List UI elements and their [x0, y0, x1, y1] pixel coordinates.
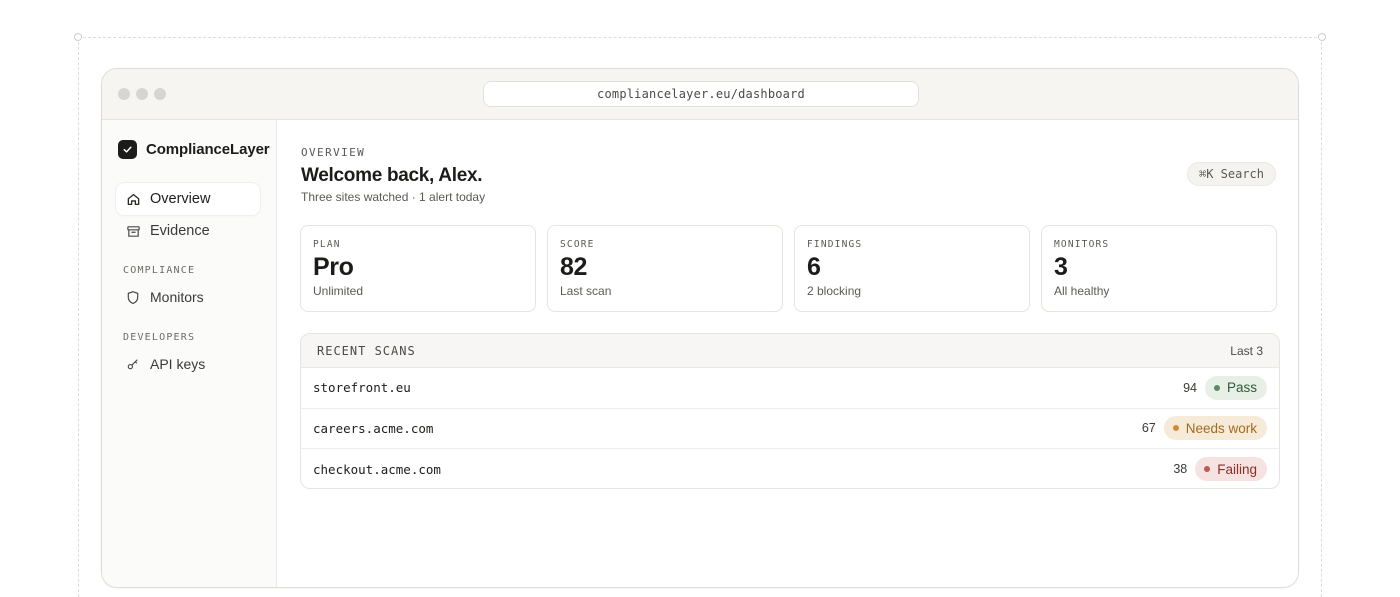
stat-sub: All healthy	[1054, 284, 1110, 298]
stat-sub: Last scan	[560, 284, 612, 298]
brand-name: ComplianceLayer	[146, 141, 270, 158]
frame-corner-dot	[74, 33, 82, 41]
scan-result: 67 Needs work	[1141, 416, 1267, 441]
status-badge-needs-work: Needs work	[1163, 416, 1267, 441]
frame-corner-dot	[1318, 33, 1326, 41]
sidebar-item-evidence[interactable]: Evidence	[116, 215, 260, 247]
address-bar[interactable]: compliancelayer.eu/dashboard	[483, 81, 919, 107]
recent-scans-range[interactable]: Last 3	[1230, 344, 1263, 358]
scan-host: careers.acme.com	[313, 420, 434, 436]
stat-label: MONITORS	[1054, 239, 1110, 250]
scan-score: 38	[1173, 462, 1188, 477]
scan-host: storefront.eu	[313, 380, 411, 396]
stat-sub: Unlimited	[313, 284, 364, 298]
sidebar-item-api-keys[interactable]: API keys	[116, 348, 260, 380]
sidebar-section-developers: DEVELOPERS	[123, 332, 196, 343]
sidebar-item-label: API keys	[150, 356, 206, 372]
sidebar-item-label: Evidence	[150, 223, 210, 239]
home-icon	[125, 191, 141, 207]
stat-card-score: SCORE 82 Last scan	[547, 225, 783, 312]
window-controls	[118, 88, 166, 100]
page-subtitle: Three sites watched · 1 alert today	[301, 190, 486, 204]
status-badge-label: Needs work	[1185, 420, 1257, 436]
close-window-button[interactable]	[118, 88, 130, 100]
shield-icon	[125, 289, 141, 305]
key-icon	[125, 356, 141, 372]
stat-label: SCORE	[560, 239, 595, 250]
main-content: OVERVIEW Welcome back, Alex. Three sites…	[278, 120, 1298, 587]
scan-row[interactable]: storefront.eu 94 Pass	[301, 368, 1279, 409]
minimize-window-button[interactable]	[136, 88, 148, 100]
sidebar-item-monitors[interactable]: Monitors	[116, 281, 260, 313]
sidebar-item-overview[interactable]: Overview	[116, 183, 260, 215]
stat-card-findings: FINDINGS 6 2 blocking	[794, 225, 1030, 312]
sidebar-section-compliance: COMPLIANCE	[123, 265, 196, 276]
stat-value: 6	[807, 253, 821, 281]
scan-score: 94	[1183, 380, 1197, 395]
scan-row[interactable]: checkout.acme.com 38 Failing	[301, 449, 1279, 488]
recent-scans-header: RECENT SCANS Last 3	[301, 334, 1279, 368]
stat-value: 3	[1054, 253, 1068, 281]
status-dot-icon	[1213, 384, 1220, 391]
stat-label: FINDINGS	[807, 239, 863, 250]
stat-value: 82	[560, 253, 588, 281]
stat-label: PLAN	[313, 239, 341, 250]
scan-result: 38 Failing	[1173, 457, 1267, 482]
scan-score: 67	[1141, 421, 1156, 436]
stat-value: Pro	[313, 253, 354, 281]
status-badge-label: Pass	[1226, 380, 1257, 396]
recent-scans-panel: RECENT SCANS Last 3 storefront.eu 94 Pas…	[300, 333, 1280, 489]
stat-card-monitors: MONITORS 3 All healthy	[1041, 225, 1277, 312]
stat-cards: PLAN Pro Unlimited SCORE 82 Last scan FI…	[300, 225, 1277, 312]
status-badge-pass: Pass	[1204, 375, 1267, 400]
archive-icon	[125, 223, 141, 239]
sidebar-item-label: Monitors	[150, 289, 204, 305]
status-dot-icon	[1204, 466, 1211, 473]
sidebar-item-label: Overview	[150, 191, 211, 207]
brand[interactable]: ComplianceLayer	[118, 140, 270, 159]
status-badge-label: Failing	[1217, 461, 1257, 477]
stat-sub: 2 blocking	[807, 284, 862, 298]
scan-host: checkout.acme.com	[313, 461, 441, 477]
scan-result: 94 Pass	[1183, 375, 1267, 400]
sidebar: ComplianceLayer Overview Evidence COMPLI…	[102, 120, 277, 587]
brand-logo-icon	[118, 140, 137, 159]
recent-scans-title: RECENT SCANS	[317, 343, 416, 358]
browser-titlebar: compliancelayer.eu/dashboard	[102, 69, 1298, 120]
maximize-window-button[interactable]	[154, 88, 166, 100]
status-badge-failing: Failing	[1195, 457, 1267, 482]
page-title: Welcome back, Alex.	[301, 165, 483, 186]
browser-window: compliancelayer.eu/dashboard ComplianceL…	[101, 68, 1299, 588]
page-eyebrow: OVERVIEW	[301, 146, 366, 159]
status-dot-icon	[1172, 425, 1179, 432]
search-button[interactable]: ⌘K Search	[1186, 162, 1276, 186]
stat-card-plan: PLAN Pro Unlimited	[300, 225, 536, 312]
scan-row[interactable]: careers.acme.com 67 Needs work	[301, 409, 1279, 449]
